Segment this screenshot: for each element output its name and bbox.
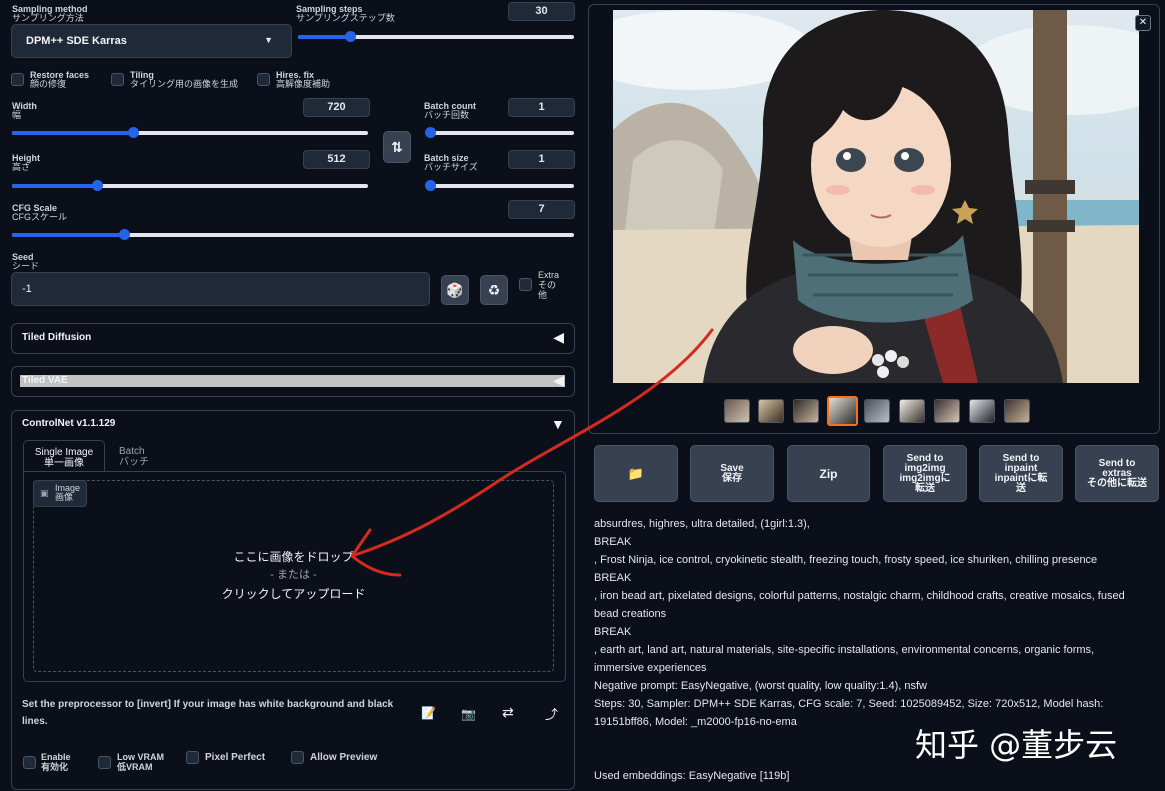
expanded-triangle-icon[interactable]: ▼ <box>551 416 565 432</box>
collapsed-triangle-icon: ◀ <box>553 329 564 345</box>
image-label-badge: ▣ Image 画像 <box>33 480 87 507</box>
generation-info: absurdres, highres, ultra detailed, (1gi… <box>594 515 1139 731</box>
hires-fix-label: Hires. fix 高解像度補助 <box>276 70 331 89</box>
height-label: Height 高さ <box>12 153 40 172</box>
used-embeddings: Used embeddings: EasyNegative [119b] <box>594 770 790 782</box>
cfg-scale-input[interactable]: 7 <box>508 200 575 219</box>
document-icon[interactable]: 📝 <box>421 706 436 720</box>
anime-girl-illustration <box>613 10 1139 383</box>
image-icon: ▣ <box>40 488 49 498</box>
gallery-thumbnail[interactable] <box>899 399 925 423</box>
sampling-method-dropdown[interactable]: DPM++ SDE Karras ▼ <box>11 24 292 58</box>
tiled-vae-accordion[interactable]: Tiled VAE ◀ <box>11 366 575 397</box>
controlnet-title[interactable]: ControlNet v1.1.129 <box>22 418 115 429</box>
batch-count-slider[interactable] <box>425 126 574 140</box>
folder-icon: 📁 <box>627 465 645 481</box>
gallery-thumbnail[interactable] <box>1004 399 1030 423</box>
info-line: , earth art, land art, natural materials… <box>594 644 1095 674</box>
camera-icon[interactable]: 📷 <box>461 707 476 721</box>
random-seed-button[interactable]: 🎲 <box>441 275 469 305</box>
batch-count-input[interactable]: 1 <box>508 98 575 117</box>
seed-input[interactable]: -1 <box>11 272 430 306</box>
tiling-checkbox[interactable] <box>111 73 124 86</box>
sampling-steps-label: Sampling steps サンプリングステップ数 <box>296 4 395 23</box>
chevron-down-icon: ▼ <box>264 35 273 45</box>
width-slider[interactable] <box>12 126 368 140</box>
low-vram-checkbox[interactable] <box>98 756 111 769</box>
gallery-thumbnail[interactable] <box>724 399 750 423</box>
width-label: Width 幅 <box>12 101 37 120</box>
restore-faces-checkbox[interactable] <box>11 73 24 86</box>
tiled-diffusion-title: Tiled Diffusion <box>22 332 92 343</box>
info-line: , iron bead art, pixelated designs, colo… <box>594 590 1125 620</box>
or-text: - または - <box>270 569 317 581</box>
extra-seed-checkbox[interactable] <box>519 278 532 291</box>
close-icon[interactable]: ✕ <box>1135 15 1151 31</box>
save-button[interactable]: Save 保存 <box>690 445 774 502</box>
swap-horizontal-icon[interactable]: ⇄ <box>502 704 514 721</box>
enable-label: Enable 有効化 <box>41 752 71 772</box>
tiled-vae-title: Tiled VAE <box>22 375 68 386</box>
low-vram-label: Low VRAM 低VRAM <box>117 752 164 772</box>
restore-faces-label: Restore faces 顔の修復 <box>30 70 90 89</box>
drop-text: ここに画像をドロップ <box>233 550 354 564</box>
cfg-scale-label: CFG Scale CFGスケール <box>12 203 67 222</box>
tiling-label: Tiling タイリング用の画像を生成 <box>130 70 239 89</box>
info-line: BREAK <box>594 626 632 638</box>
gallery-thumbnail[interactable] <box>864 399 890 423</box>
height-input[interactable]: 512 <box>303 150 370 169</box>
generated-image[interactable] <box>613 10 1139 383</box>
batch-size-label: Batch size バッチサイズ <box>424 153 478 172</box>
height-slider[interactable] <box>12 179 368 193</box>
reuse-seed-button[interactable]: ♻ <box>480 275 508 305</box>
info-line: BREAK <box>594 536 632 548</box>
cfg-scale-slider[interactable] <box>12 228 574 242</box>
collapsed-triangle-icon: ◀ <box>553 372 564 388</box>
send-to-inpaint-button[interactable]: Send to inpaint inpaintに転送 <box>979 445 1063 502</box>
hires-fix-checkbox[interactable] <box>257 73 270 86</box>
pixel-perfect-label: Pixel Perfect <box>205 752 266 763</box>
allow-preview-label: Allow Preview <box>310 752 378 763</box>
send-to-img2img-button[interactable]: Send to img2img img2imgに転送 <box>883 445 967 502</box>
tiled-vae-highlight <box>20 375 565 387</box>
sampling-method-value: DPM++ SDE Karras <box>26 35 127 47</box>
tab-batch[interactable]: Batch バッチ <box>119 447 149 469</box>
pixel-perfect-checkbox[interactable] <box>186 751 199 764</box>
dice-icon: 🎲 <box>446 282 464 298</box>
click-upload-text: クリックしてアップロード <box>221 587 366 601</box>
enable-checkbox[interactable] <box>23 756 36 769</box>
batch-size-slider[interactable] <box>425 179 574 193</box>
gallery-thumbnail[interactable] <box>969 399 995 423</box>
sampling-steps-slider[interactable] <box>298 30 574 44</box>
gallery-thumbnail[interactable] <box>793 399 819 423</box>
watermark: 知乎 @董步云 <box>915 726 1118 764</box>
seed-value: -1 <box>22 283 32 295</box>
info-line: absurdres, highres, ultra detailed, (1gi… <box>594 518 810 530</box>
batch-count-label: Batch count バッチ回数 <box>424 101 477 120</box>
undo-arrow-icon[interactable]: ⤴ <box>545 704 558 723</box>
info-line: BREAK <box>594 572 632 584</box>
tab-single-image[interactable]: Single Image 単一画像 <box>23 440 105 472</box>
gallery-thumbnail[interactable] <box>758 399 784 423</box>
info-line: , Frost Ninja, ice control, cryokinetic … <box>594 554 1098 566</box>
seed-label: Seed シード <box>12 252 40 271</box>
tiled-diffusion-accordion[interactable]: Tiled Diffusion ◀ <box>11 323 575 354</box>
batch-size-input[interactable]: 1 <box>508 150 575 169</box>
sampling-method-label: Sampling method サンプリング方法 <box>12 4 88 23</box>
width-input[interactable]: 720 <box>303 98 370 117</box>
open-folder-button[interactable]: 📁 <box>594 445 678 502</box>
preprocessor-hint: Set the preprocessor to [invert] If your… <box>22 699 394 727</box>
sampling-steps-input[interactable]: 30 <box>508 2 575 21</box>
swap-vertical-icon: ⇅ <box>391 139 403 155</box>
gallery-thumbnail[interactable] <box>934 399 960 423</box>
extra-seed-label: Extra その他 <box>538 270 560 300</box>
send-to-extras-button[interactable]: Send to extras その他に転送 <box>1075 445 1159 502</box>
info-line: Negative prompt: EasyNegative, (worst qu… <box>594 680 927 692</box>
swap-dimensions-button[interactable]: ⇅ <box>383 131 411 163</box>
gallery-thumbnail-selected[interactable] <box>827 396 858 426</box>
allow-preview-checkbox[interactable] <box>291 751 304 764</box>
image-upload-dropzone[interactable]: ここに画像をドロップ - または - クリックしてアップロード <box>33 480 554 672</box>
recycle-icon: ♻ <box>487 282 501 298</box>
zip-button[interactable]: Zip <box>787 445 870 502</box>
